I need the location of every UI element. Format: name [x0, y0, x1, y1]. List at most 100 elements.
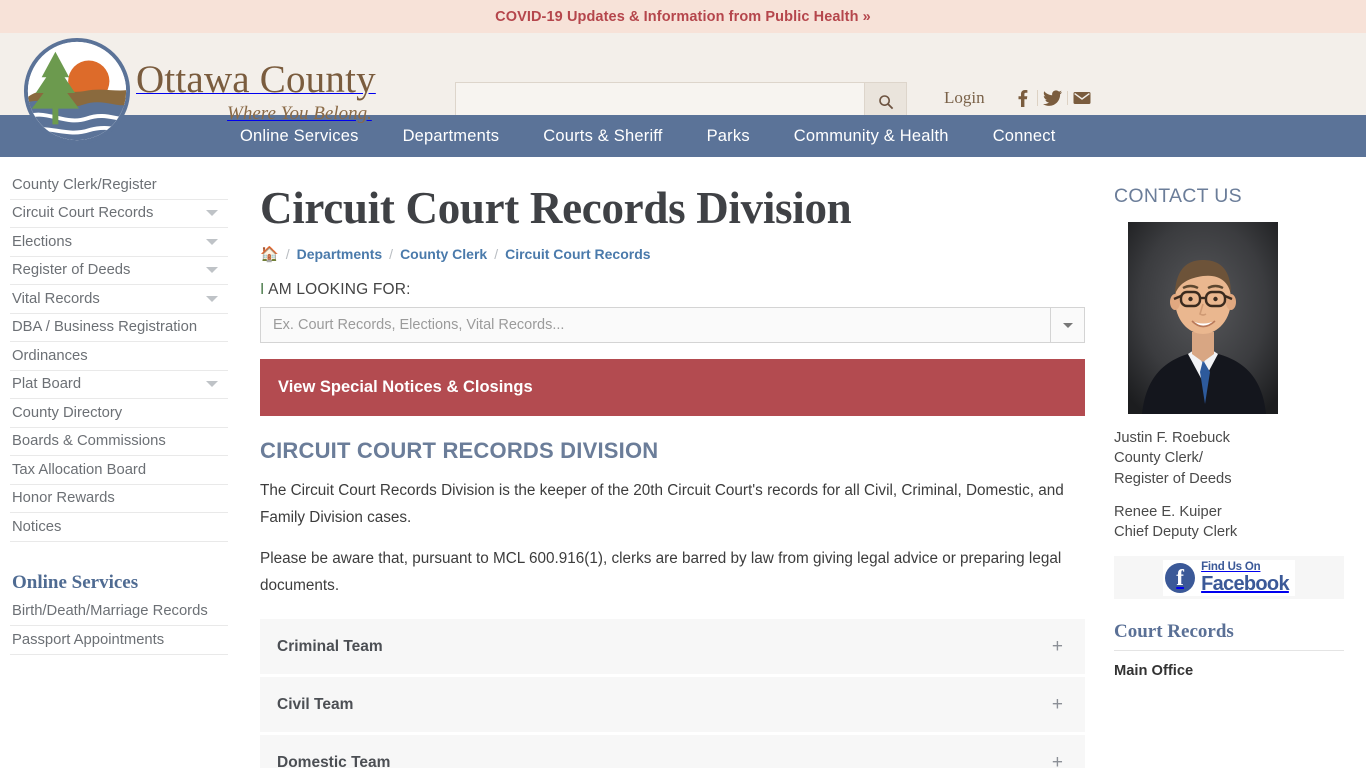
main-content: Circuit Court Records Division 🏠 / Depar…	[240, 157, 1100, 768]
sidebar-item-register-of-deeds[interactable]: Register of Deeds	[10, 257, 228, 285]
justin-roebuck-portrait	[1128, 222, 1278, 414]
sidebar-item-county-clerk-register[interactable]: County Clerk/Register	[10, 171, 228, 200]
nav-item-departments[interactable]: Departments	[403, 127, 500, 146]
sidebar-item-label: Birth/Death/Marriage Records	[12, 603, 208, 620]
looking-for-label: I AM LOOKING FOR:	[260, 281, 1085, 299]
contact-title-secondary: Chief Deputy Clerk	[1114, 524, 1238, 541]
sidebar-item-label: Circuit Court Records	[12, 205, 154, 222]
site-logo[interactable]: Ottawa County Where You Belong.	[22, 35, 376, 147]
sidebar-item-ordinances[interactable]: Ordinances	[10, 342, 228, 371]
sidebar-item-honor-rewards[interactable]: Honor Rewards	[10, 485, 228, 513]
nav-item-courts-sheriff[interactable]: Courts & Sheriff	[543, 127, 662, 146]
court-records-main-office: Main Office	[1114, 663, 1194, 680]
search-icon	[878, 95, 893, 110]
team-accordion: Criminal Team + Civil Team + Domestic Te…	[260, 619, 1085, 768]
chevron-down-icon[interactable]	[206, 381, 218, 388]
sidebar-item-circuit-court-records[interactable]: Circuit Court Records	[10, 200, 228, 228]
logo-title: Ottawa County	[136, 57, 376, 101]
sidebar-item-label: Honor Rewards	[12, 490, 115, 507]
sidebar-item-label: Passport Appointments	[12, 631, 165, 648]
facebook-badge-text: Find Us On Facebook	[1201, 561, 1289, 596]
contact-title-primary-2: Register of Deeds	[1114, 470, 1232, 487]
section-heading: CIRCUIT COURT RECORDS DIVISION	[260, 438, 659, 464]
site-masthead: Ottawa County Where You Belong. Login	[0, 33, 1366, 145]
contact-name-secondary: Renee E. Kuiper	[1114, 503, 1222, 520]
facebook-icon: f	[1165, 562, 1196, 593]
sidebar-item-plat-board[interactable]: Plat Board	[10, 371, 228, 399]
court-records-heading: Court Records	[1114, 621, 1344, 652]
ottawa-county-seal-icon	[23, 37, 131, 145]
sidebar-item-label: Notices	[12, 518, 62, 535]
plus-icon[interactable]: +	[1052, 695, 1063, 714]
accordion-item-criminal-team[interactable]: Criminal Team +	[260, 619, 1085, 678]
page-body: County Clerk/Register Circuit Court Reco…	[0, 157, 1366, 768]
sidebar-item-label: Elections	[12, 233, 73, 250]
breadcrumb: 🏠 / Departments / County Clerk / Circuit…	[260, 246, 1085, 262]
left-sidebar: County Clerk/Register Circuit Court Reco…	[0, 157, 240, 768]
sidebar-item-label: Plat Board	[12, 376, 82, 393]
sidebar-item-dba-business-registration[interactable]: DBA / Business Registration	[10, 314, 228, 342]
utility-nav: Login	[944, 88, 1097, 108]
facebook-badge-big: Facebook	[1201, 573, 1289, 596]
chevron-down-icon	[1062, 322, 1073, 328]
sidebar-item-tax-allocation-board[interactable]: Tax Allocation Board	[10, 456, 228, 485]
sidebar-item-passport-appointments[interactable]: Passport Appointments	[10, 626, 228, 655]
contact-title-primary-1: County Clerk/	[1114, 450, 1203, 467]
right-sidebar: CONTACT US Justin F. Roebuck County Cler…	[1100, 157, 1366, 768]
page-title: Circuit Court Records Division	[260, 183, 852, 233]
twitter-link[interactable]	[1036, 90, 1067, 106]
sidebar-group-title: Online Services	[12, 571, 139, 593]
facebook-icon	[1018, 90, 1028, 107]
accordion-item-domestic-team[interactable]: Domestic Team +	[260, 735, 1085, 768]
facebook-badge: f Find Us On Facebook	[1163, 559, 1295, 597]
sidebar-item-label: Register of Deeds	[12, 262, 131, 279]
looking-for-label-rest: AM LOOKING FOR:	[264, 281, 411, 299]
looking-for-combobox: Ex. Court Records, Elections, Vital Reco…	[260, 307, 1085, 344]
covid-alert-link[interactable]: COVID-19 Updates & Information from Publ…	[495, 9, 871, 25]
email-link[interactable]	[1066, 91, 1097, 105]
accordion-label: Civil Team	[277, 695, 354, 713]
sidebar-item-vital-records[interactable]: Vital Records	[10, 285, 228, 314]
chevron-down-icon[interactable]	[206, 238, 218, 245]
sidebar-item-label: DBA / Business Registration	[12, 319, 198, 336]
contact-details: Justin F. Roebuck County Clerk/ Register…	[1114, 428, 1344, 542]
special-notices-link[interactable]: View Special Notices & Closings	[278, 378, 533, 397]
login-link[interactable]: Login	[944, 88, 985, 108]
home-icon[interactable]: 🏠	[260, 247, 279, 262]
sidebar-item-label: County Clerk/Register	[12, 176, 157, 193]
sidebar-item-county-directory[interactable]: County Directory	[10, 399, 228, 428]
find-us-on-facebook-button[interactable]: f Find Us On Facebook	[1114, 556, 1344, 600]
sidebar-item-label: Ordinances	[12, 347, 88, 364]
chevron-down-icon[interactable]	[206, 295, 218, 302]
body-paragraph-1: The Circuit Court Records Division is th…	[260, 482, 1064, 527]
twitter-icon	[1042, 90, 1062, 106]
sidebar-item-notices[interactable]: Notices	[10, 513, 228, 542]
nav-item-connect[interactable]: Connect	[993, 127, 1056, 146]
facebook-link[interactable]	[1007, 89, 1037, 107]
nav-item-parks[interactable]: Parks	[707, 127, 750, 146]
breadcrumb-item-departments[interactable]: Departments	[297, 246, 383, 262]
looking-for-dropdown-toggle[interactable]	[1051, 307, 1085, 344]
accordion-label: Criminal Team	[277, 637, 383, 655]
special-notices-banner[interactable]: View Special Notices & Closings	[260, 359, 1085, 417]
covid-alert-bar: COVID-19 Updates & Information from Publ…	[0, 0, 1366, 33]
breadcrumb-item-circuit-court-records[interactable]: Circuit Court Records	[505, 246, 650, 262]
contact-name-primary: Justin F. Roebuck	[1114, 430, 1230, 446]
plus-icon[interactable]: +	[1052, 753, 1063, 768]
plus-icon[interactable]: +	[1052, 637, 1063, 656]
accordion-label: Domestic Team	[277, 753, 391, 768]
breadcrumb-separator: /	[389, 246, 394, 263]
breadcrumb-item-county-clerk[interactable]: County Clerk	[400, 246, 487, 262]
chevron-down-icon[interactable]	[206, 210, 218, 217]
email-icon	[1073, 92, 1091, 104]
sidebar-item-birth-death-marriage-records[interactable]: Birth/Death/Marriage Records	[10, 598, 228, 626]
breadcrumb-separator: /	[494, 246, 499, 263]
accordion-item-civil-team[interactable]: Civil Team +	[260, 677, 1085, 736]
sidebar-item-boards-commissions[interactable]: Boards & Commissions	[10, 428, 228, 456]
sidebar-item-label: Vital Records	[12, 290, 100, 307]
looking-for-input[interactable]: Ex. Court Records, Elections, Vital Reco…	[260, 307, 1051, 344]
sidebar-item-elections[interactable]: Elections	[10, 228, 228, 257]
chevron-down-icon[interactable]	[206, 267, 218, 274]
nav-item-community-health[interactable]: Community & Health	[794, 127, 949, 146]
logo-tagline: Where You Belong.	[227, 102, 372, 124]
